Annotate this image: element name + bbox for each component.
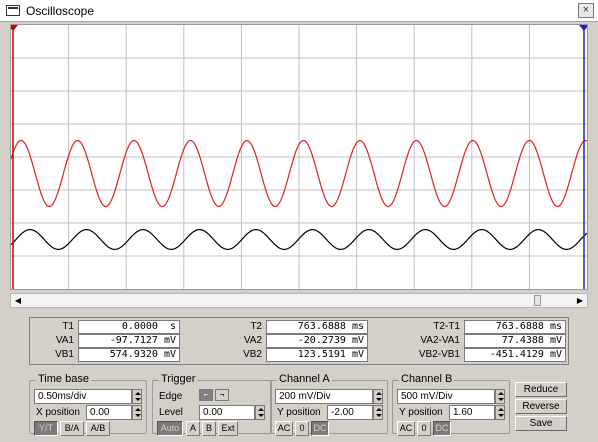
readout-label: T2-T1	[433, 321, 460, 332]
level-spinner[interactable]	[255, 405, 265, 420]
reverse-button[interactable]: Reverse	[515, 399, 567, 414]
channel-b-ac-button[interactable]: AC	[397, 421, 415, 436]
level-label: Level	[159, 407, 183, 418]
channel-b-scale-field[interactable]: 500 mV/Div	[397, 389, 495, 404]
control-panel: Time base 0.50ms/div X position 0.00 Y/T…	[29, 372, 569, 436]
readout-value: 123.5191 mV	[266, 348, 368, 362]
scroll-left-icon[interactable]: ◀	[11, 294, 25, 307]
readout-label: T2	[250, 321, 262, 332]
channel-a-ypos-spinner[interactable]	[373, 405, 383, 420]
timebase-scale-field[interactable]: 0.50ms/div	[34, 389, 132, 404]
scroll-thumb[interactable]	[534, 295, 541, 306]
readout-value: 574.9320 mV	[78, 348, 180, 362]
trigger-panel: Trigger Edge ⌐ ¬ Level 0.00 Auto A B Ext	[152, 373, 272, 436]
channel-a-ac-button[interactable]: AC	[275, 421, 293, 436]
scroll-right-icon[interactable]: ▶	[573, 294, 587, 307]
channel-b-ypos-field[interactable]: 1.60	[449, 405, 495, 420]
channel-b-zero-button[interactable]: 0	[417, 421, 431, 436]
close-icon: ×	[582, 4, 590, 16]
scope-display	[11, 25, 587, 289]
timebase-title: Time base	[36, 373, 91, 385]
reduce-button[interactable]: Reduce	[515, 382, 567, 397]
scope-screen[interactable]	[10, 24, 588, 290]
readout-value: -451.4129 mV	[464, 348, 566, 362]
close-button[interactable]: ×	[578, 3, 594, 18]
readout-label: VA2	[243, 335, 262, 346]
trigger-b-button[interactable]: B	[202, 421, 216, 436]
window-title: Oscilloscope	[26, 4, 95, 18]
readout-label: VA1	[55, 335, 74, 346]
channel-a-ypos-label: Y position	[277, 407, 321, 418]
xpos-field[interactable]: 0.00	[86, 405, 132, 420]
falling-edge-icon[interactable]: ¬	[215, 389, 229, 401]
trigger-ext-button[interactable]: Ext	[218, 421, 238, 436]
xpos-spinner[interactable]	[132, 405, 142, 420]
cursor-2-handle	[579, 25, 587, 31]
timebase-spinner[interactable]	[132, 389, 142, 404]
readout-value: 0.0000 s	[78, 320, 180, 334]
trigger-a-button[interactable]: A	[186, 421, 200, 436]
save-button[interactable]: Save	[515, 416, 567, 431]
readout-value: 77.4388 mV	[464, 334, 566, 348]
channel-a-ypos-field[interactable]: -2.00	[327, 405, 373, 420]
channel-b-dc-button[interactable]: DC	[433, 421, 451, 436]
channel-a-scale-spinner[interactable]	[373, 389, 383, 404]
channel-a-dc-button[interactable]: DC	[311, 421, 329, 436]
cursor-1-handle	[11, 25, 18, 31]
yt-mode-button[interactable]: Y/T	[34, 421, 58, 436]
channel-a-scale-field[interactable]: 200 mV/Div	[275, 389, 373, 404]
readout-label: VB2	[243, 349, 262, 360]
trigger-auto-button[interactable]: Auto	[157, 421, 183, 436]
channel-b-ypos-spinner[interactable]	[495, 405, 505, 420]
readout-label: T1	[62, 321, 74, 332]
cursor-readouts: T1 0.0000 s VA1 -97.7127 mV VB1 574.9320…	[29, 317, 569, 365]
ba-mode-button[interactable]: B/A	[60, 421, 84, 436]
level-field[interactable]: 0.00	[199, 405, 255, 420]
edge-label: Edge	[159, 391, 183, 402]
channel-b-scale-spinner[interactable]	[495, 389, 505, 404]
trigger-title: Trigger	[159, 373, 198, 385]
ab-mode-button[interactable]: A/B	[86, 421, 110, 436]
timebase-panel: Time base 0.50ms/div X position 0.00 Y/T…	[29, 373, 147, 436]
time-scrollbar[interactable]: ◀ ▶	[10, 293, 588, 308]
rising-edge-icon[interactable]: ⌐	[199, 389, 213, 401]
channel-a-panel: Channel A 200 mV/Div Y position -2.00 AC…	[270, 373, 388, 436]
readout-label: VB1	[55, 349, 74, 360]
readout-label: VA2-VA1	[420, 335, 460, 346]
readout-value: -20.2739 mV	[266, 334, 368, 348]
channel-b-title: Channel B	[399, 373, 455, 385]
readout-label: VB2-VB1	[418, 349, 460, 360]
readout-value: 763.6888 ms	[266, 320, 368, 334]
xpos-label: X position	[36, 407, 80, 418]
readout-value: -97.7127 mV	[78, 334, 180, 348]
channel-a-zero-button[interactable]: 0	[295, 421, 309, 436]
channel-b-panel: Channel B 500 mV/Div Y position 1.60 AC …	[392, 373, 510, 436]
readout-value: 763.6888 ms	[464, 320, 566, 334]
title-bar: Oscilloscope ×	[0, 0, 598, 22]
channel-a-title: Channel A	[277, 373, 332, 385]
window-icon	[6, 5, 20, 16]
channel-b-ypos-label: Y position	[399, 407, 443, 418]
